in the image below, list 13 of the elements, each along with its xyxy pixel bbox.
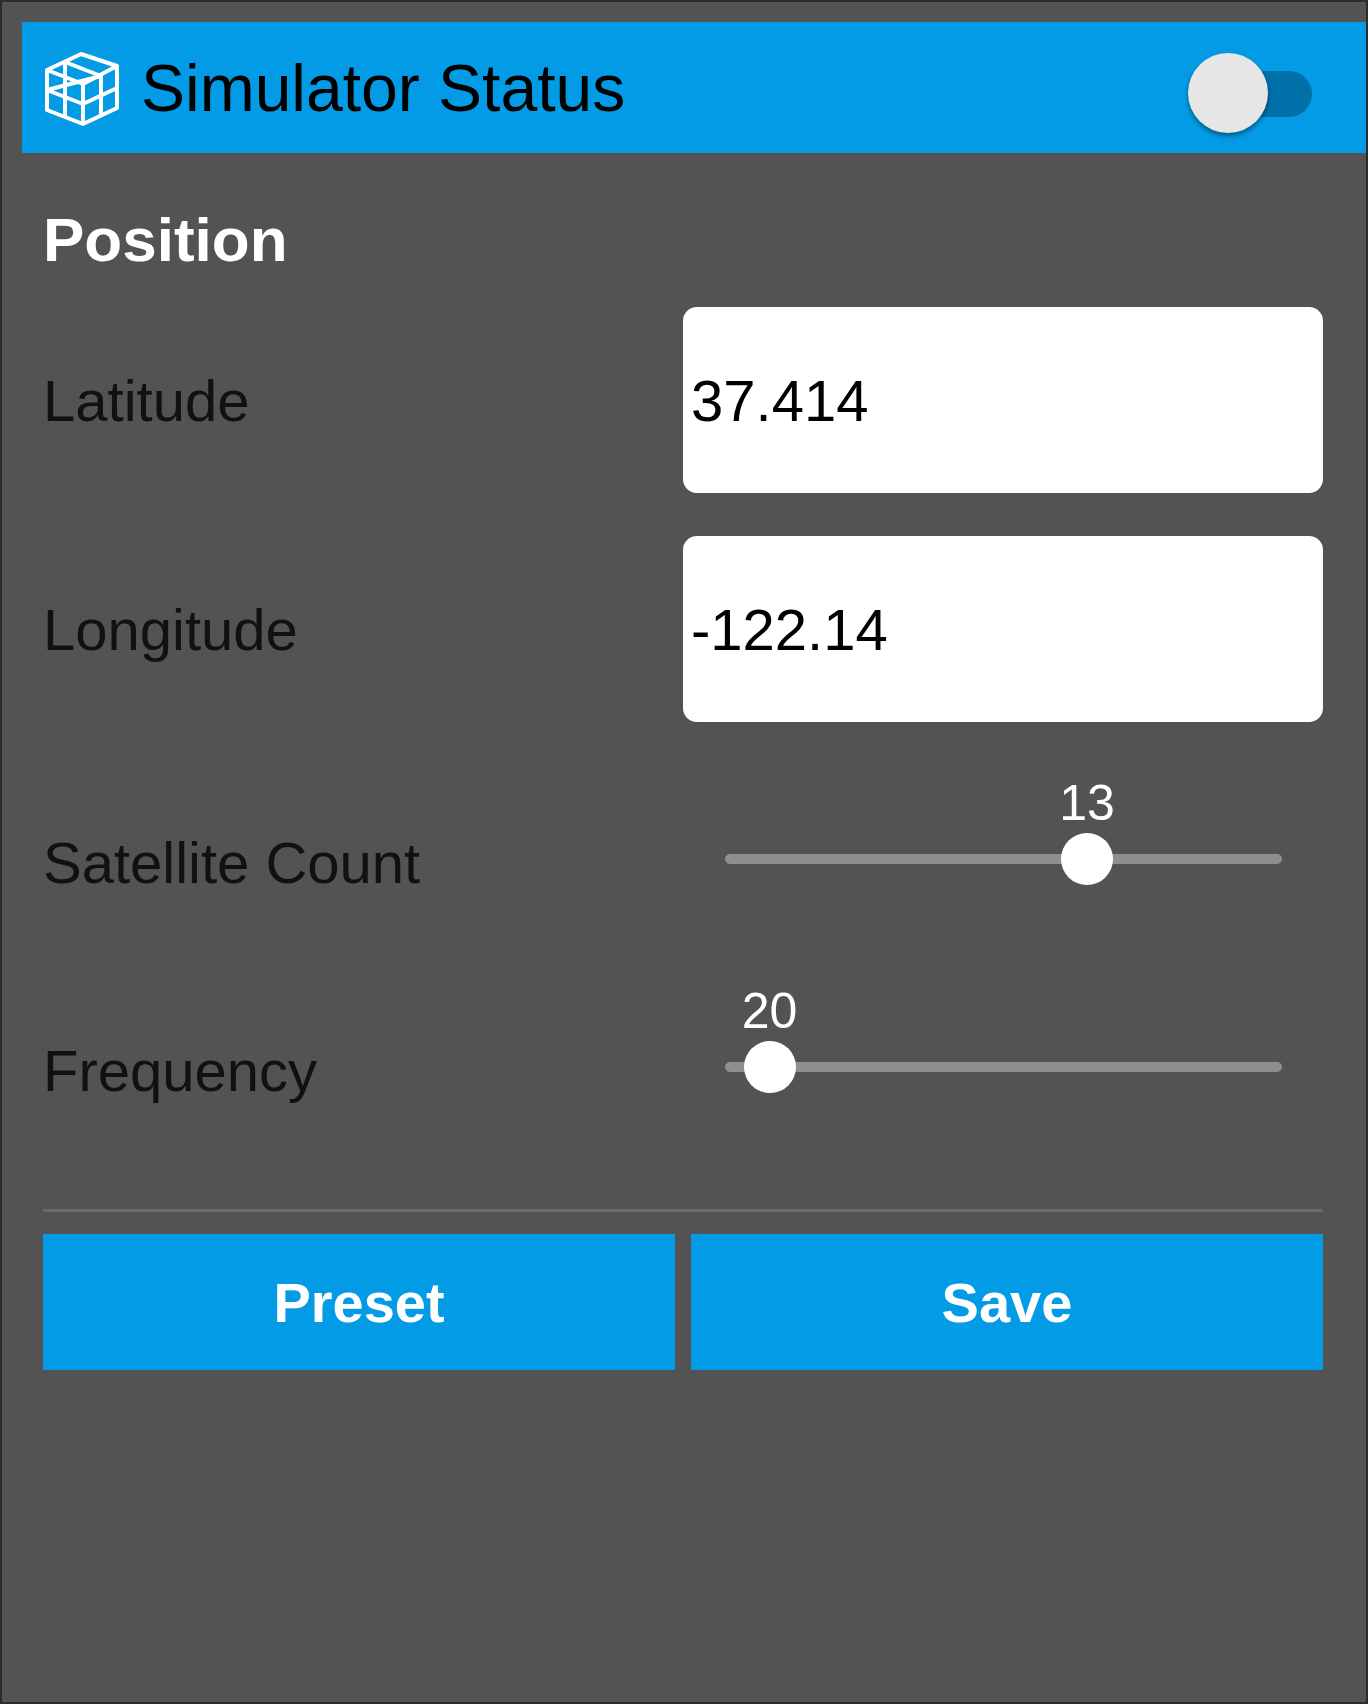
text-field[interactable]: 37.414	[683, 307, 1323, 493]
toggle-switch[interactable]	[1188, 51, 1312, 131]
section-title: Position	[43, 205, 288, 274]
field-label: Latitude	[43, 366, 251, 434]
app-title: Simulator Status	[141, 49, 626, 126]
slider-thumb[interactable]	[1061, 833, 1114, 885]
text-field[interactable]: -122.14	[683, 536, 1323, 722]
slider-label: Satellite Count	[43, 829, 422, 896]
slider-value: 13	[1059, 774, 1115, 832]
slider-thumb[interactable]	[743, 1041, 796, 1093]
slider-label: Frequency	[43, 1037, 319, 1104]
field-label: Longitude	[43, 595, 299, 663]
slider-value: 20	[741, 982, 798, 1040]
